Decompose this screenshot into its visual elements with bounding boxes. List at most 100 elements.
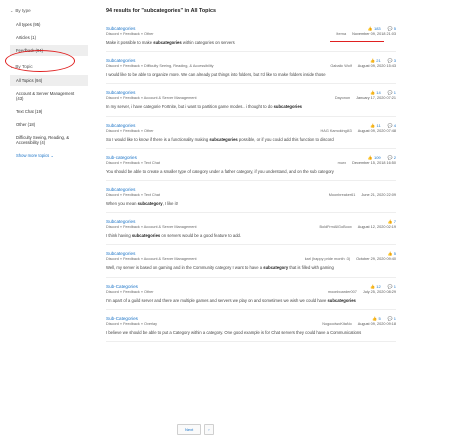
result-snippet: In my server, i have categorie Fortnite,…: [106, 104, 396, 109]
result-meta: HAG Kamokingl43 August 09, 2020 07:48: [321, 129, 396, 133]
result-item: Subcategories Discord » Feedback » Diffic…: [106, 58, 396, 85]
result-stats: 👍 109 💬 2: [368, 155, 396, 160]
by-topic-heading[interactable]: ⌄ By Topic: [10, 64, 88, 69]
result-meta: murx December 15, 2018 16:50: [338, 161, 396, 165]
comment-count[interactable]: 💬 2: [388, 155, 396, 160]
result-author[interactable]: Dayonon: [335, 96, 350, 100]
result-meta: Iterna November 09, 2018 21:03: [336, 32, 396, 36]
sidebar: ⌄ By type All types (95) Articles (1) Fe…: [10, 8, 88, 161]
vote-count[interactable]: 👍 14: [370, 90, 381, 95]
snippet-match: subcategories: [153, 40, 182, 45]
result-meta: Gabalic Wolf August 09, 2020 15:43: [330, 64, 396, 68]
snippet-text: Well, my server is based on gaming and i…: [106, 265, 264, 271]
result-divider: [106, 83, 396, 85]
type-all[interactable]: All types (95): [10, 19, 88, 30]
result-author[interactable]: karl (happy pride month :3): [305, 257, 350, 261]
vote-value: 7: [393, 219, 396, 225]
result-title-link[interactable]: Subcategories: [106, 26, 396, 31]
next-page-button[interactable]: Next: [177, 424, 202, 435]
vote-count[interactable]: 👍 11: [370, 123, 380, 128]
result-date: December 15, 2018 16:50: [352, 160, 396, 165]
snippet-match: subcategories: [131, 233, 161, 239]
type-articles[interactable]: Articles (1): [10, 32, 88, 43]
comment-value: 5: [393, 26, 396, 31]
result-date: August 09, 2020 07:48: [357, 128, 396, 133]
result-stats: 👍 5 💬 1: [372, 316, 396, 321]
result-divider: [106, 51, 396, 53]
result-stats: 👍 11 💬 4: [370, 123, 396, 128]
type-feedback[interactable]: Feedback (94): [10, 45, 88, 56]
result-item: Sub-categories Discord » Feedback » Text …: [106, 155, 396, 182]
comment-count[interactable]: 💬 4: [388, 123, 396, 128]
snippet-text: within categories on servers: [181, 40, 235, 45]
result-divider: [106, 244, 396, 246]
result-divider: [106, 276, 396, 278]
result-title-link[interactable]: Sub-categories: [106, 155, 396, 160]
vote-count[interactable]: 👍 109: [368, 155, 381, 160]
result-title-link[interactable]: Subcategories: [106, 58, 396, 63]
result-date: August 09, 2020 15:43: [357, 64, 396, 69]
topic-accessibility[interactable]: Difficulty Seeing, Reading, & Accessibil…: [10, 132, 88, 148]
result-snippet: I'm apart of a guild server and there ar…: [106, 298, 396, 303]
result-author[interactable]: murx: [338, 161, 346, 165]
result-title-link[interactable]: Subcategories: [106, 219, 396, 224]
result-author[interactable]: HAG Kamokingl43: [321, 129, 352, 133]
result-divider: [106, 212, 396, 214]
result-meta: Moonbreaker61 June 21, 2020 22:09: [329, 193, 396, 197]
result-title-link[interactable]: Sub-Categories: [106, 284, 396, 289]
comment-count[interactable]: 💬 1: [388, 90, 396, 95]
by-type-heading[interactable]: ⌄ By type: [10, 8, 88, 13]
show-more-topics-link[interactable]: Show more topics ⌄: [10, 150, 88, 161]
topic-other[interactable]: Other (18): [10, 119, 88, 130]
vote-count[interactable]: 👍 21: [370, 58, 381, 63]
result-author[interactable]: BoldFrmAllGoBoox: [319, 225, 351, 229]
vote-count[interactable]: 👍 183: [368, 26, 381, 31]
result-meta: Dayonon January 17, 2020 07:21: [335, 96, 396, 100]
snippet-match: subcategory: [263, 265, 289, 271]
vote-count[interactable]: 👍 5: [388, 251, 396, 256]
result-author[interactable]: moonboarder007: [328, 290, 357, 294]
vote-value: 109: [373, 154, 381, 160]
next-arrow-button[interactable]: ›: [204, 424, 214, 435]
result-snippet: I would like to be able to organize more…: [106, 72, 396, 77]
result-title-link[interactable]: Subcategories: [106, 123, 396, 128]
vote-count[interactable]: 👍 7: [388, 219, 396, 224]
results-list: Subcategories Discord » Feedback » Other 👍…: [106, 26, 396, 343]
vote-count[interactable]: 👍 12: [370, 284, 381, 289]
snippet-match: subcategories: [327, 297, 356, 303]
chevron-down-icon: ⌄: [10, 64, 14, 69]
result-divider: [106, 180, 396, 182]
result-author[interactable]: Gabalic Wolf: [330, 64, 351, 68]
result-date: August 09, 2020 09:18: [357, 321, 396, 326]
result-author[interactable]: Iterna: [336, 32, 346, 36]
result-author[interactable]: Moonbreaker61: [329, 193, 356, 197]
search-results: 94 results for "subcategories" in All To…: [106, 8, 396, 348]
result-author[interactable]: NogoodwoKitaNo: [322, 322, 352, 326]
snippet-text: on servers would be a good feature to ad…: [160, 233, 242, 239]
vote-count[interactable]: 👍 5: [372, 316, 380, 321]
result-item: Sub-Categories Discord » Feedback » Other…: [106, 284, 396, 310]
comment-count[interactable]: 💬 1: [388, 316, 396, 321]
result-title-link[interactable]: Subcategories: [106, 90, 396, 95]
result-title-link[interactable]: Subcategories: [106, 251, 396, 256]
result-title-link[interactable]: Subcategories: [106, 187, 396, 192]
result-meta: BoldFrmAllGoBoox August 12, 2020 02:19: [319, 225, 396, 229]
comment-count[interactable]: 💬 3: [388, 58, 396, 63]
snippet-text: So I would like to know if there is a fu…: [106, 136, 210, 142]
topic-text-chat[interactable]: Text Chat (19): [10, 106, 88, 117]
vote-value: 14: [376, 90, 381, 96]
comment-count[interactable]: 💬 1: [388, 284, 396, 289]
snippet-text: Make it possible to make: [106, 40, 154, 45]
topic-account-server[interactable]: Account & Server Management (43): [10, 88, 88, 104]
snippet-match: subcategories: [209, 136, 238, 142]
topic-all[interactable]: All Topics (94): [10, 75, 88, 86]
comment-value: 2: [393, 154, 396, 160]
result-snippet: You should be able to create a smaller t…: [106, 169, 396, 174]
result-meta: moonboarder007 July 25, 2020 08:29: [328, 290, 396, 294]
result-snippet: Make it possible to make subcategories w…: [106, 40, 396, 45]
result-title-link[interactable]: Sub-Categories: [106, 316, 396, 321]
result-snippet: I think having subcategories on servers …: [106, 233, 396, 238]
result-item: Subcategories Discord » Feedback » Accoun…: [106, 90, 396, 117]
results-heading: 94 results for "subcategories" in All To…: [106, 8, 216, 14]
comment-count[interactable]: 💬 5: [388, 26, 396, 31]
